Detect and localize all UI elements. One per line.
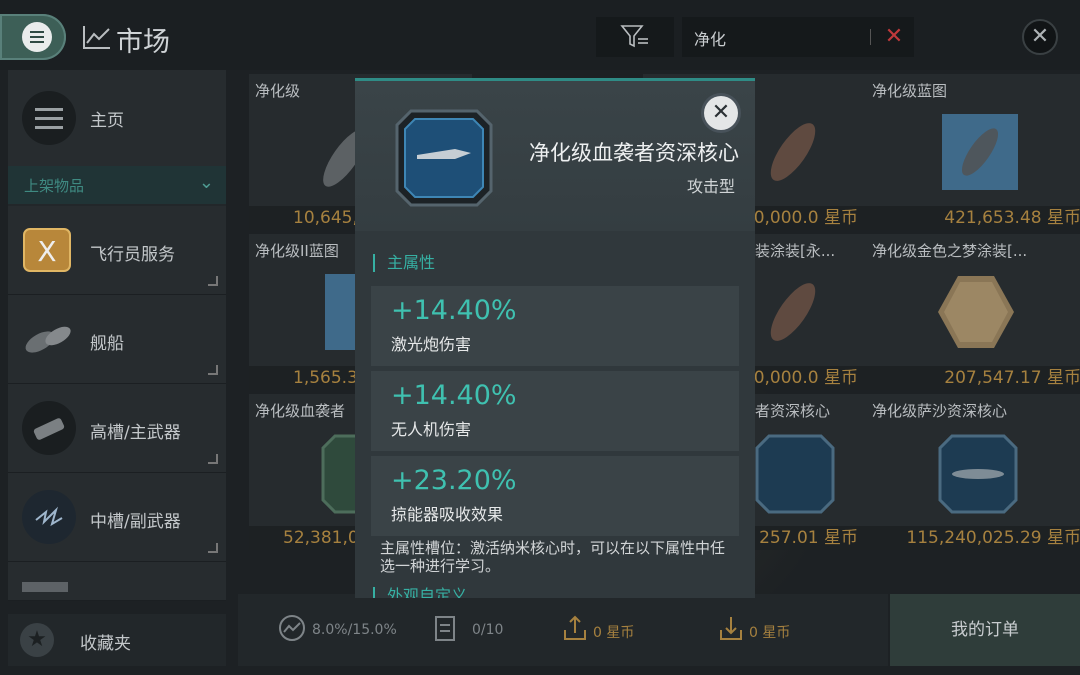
- favorites-button[interactable]: ★ 收藏夹: [8, 614, 226, 666]
- attribute-row: +14.40% 激光炮伤害: [371, 286, 739, 366]
- ship-icon: [25, 326, 71, 353]
- attribute-value: +14.40%: [391, 295, 517, 326]
- sidebar: 主页 上架物品 ⌄ X 飞行员服务 舰船 高槽/主武器 中槽/副武器: [8, 70, 226, 601]
- home-menu-icon: [22, 91, 76, 145]
- my-orders-button[interactable]: 我的订单: [890, 594, 1080, 666]
- price-bar: 115,240,025.29 星币: [866, 526, 1080, 550]
- card-name: 净化级金色之梦涂装[...: [872, 242, 1028, 260]
- sidebar-item-ships[interactable]: 舰船: [8, 295, 226, 384]
- sidebar-item-label: 中槽/副武器: [90, 512, 181, 532]
- pilot-services-icon: X: [23, 228, 71, 272]
- card-name: 者资深核心: [755, 402, 831, 420]
- core-image-blue: [755, 434, 835, 514]
- market-card[interactable]: 净化级蓝图 421,653.48 星币: [866, 74, 1080, 230]
- attribute-value: +23.20%: [391, 465, 517, 496]
- search-box: ✕: [682, 17, 914, 57]
- core-image-blue: [938, 434, 1018, 514]
- card-price: 115,240,025.29 星币: [906, 528, 1080, 548]
- skin-hexagon-image: [938, 276, 1014, 348]
- corner-indicator: [208, 276, 218, 286]
- market-chart-icon: [83, 26, 110, 49]
- attribute-label: 激光炮伤害: [391, 335, 472, 354]
- orders-count: 0/10: [472, 622, 504, 638]
- bottom-bar: 8.0%/15.0% 0/10 0 星币 0 星币: [238, 594, 888, 666]
- clear-search-icon[interactable]: ✕: [882, 25, 906, 49]
- search-divider: [870, 29, 871, 45]
- attribute-label: 掠能器吸收效果: [391, 505, 504, 524]
- card-price: 10,645,: [293, 208, 358, 228]
- attribute-label: 无人机伤害: [391, 420, 472, 439]
- item-type: 攻击型: [686, 177, 735, 196]
- sidebar-item-home[interactable]: 主页: [8, 70, 226, 167]
- sell-orders-icon: [564, 615, 586, 640]
- market-card[interactable]: 净化级萨沙资深核心 115,240,025.29 星币: [866, 394, 1080, 550]
- card-price: 0,000.0 星币: [753, 368, 858, 388]
- sidebar-item-label: 高槽/主武器: [90, 423, 181, 443]
- card-name: 净化级萨沙资深核心: [872, 402, 1008, 420]
- listed-items-dropdown[interactable]: 上架物品 ⌄: [8, 166, 226, 204]
- sidebar-item-mid-slot[interactable]: 中槽/副武器: [8, 473, 226, 562]
- card-price: 0,000.0 星币: [753, 208, 858, 228]
- svg-text:X: X: [37, 235, 56, 268]
- menu-button[interactable]: [0, 14, 66, 60]
- sidebar-item-label: 舰船: [90, 334, 124, 354]
- module-icon: [22, 582, 68, 592]
- star-icon: ★: [20, 623, 54, 657]
- attribute-value: +14.40%: [391, 380, 517, 411]
- attribute-row: +14.40% 无人机伤害: [371, 371, 739, 451]
- menu-icon: [22, 22, 52, 52]
- attribute-row: +23.20% 掠能器吸收效果: [371, 456, 739, 536]
- chevron-down-icon: ⌄: [198, 172, 214, 193]
- sidebar-item-label: 主页: [90, 111, 124, 131]
- main-attribute-description: 主属性槽位：激活纳米核心时，可以在以下属性中任选一种进行学习。: [380, 539, 726, 575]
- sidebar-item-label: 飞行员服务: [90, 245, 175, 265]
- tax-rate: 8.0%/15.0%: [312, 622, 397, 638]
- card-price: 52,381,0: [283, 528, 359, 548]
- section-title-appearance: 外观自定义: [373, 587, 467, 598]
- blueprint-image: [942, 114, 1018, 190]
- item-name: 净化级血袭者资深核心: [529, 141, 739, 165]
- top-bar: 市场 ✕ ✕: [0, 0, 1080, 70]
- card-price: 421,653.48 星币: [944, 208, 1080, 228]
- card-name: 净化级蓝图: [872, 82, 948, 100]
- corner-indicator: [208, 454, 218, 464]
- sell-amount: 0 星币: [593, 625, 635, 641]
- section-title-main-attributes: 主属性: [373, 254, 435, 272]
- filter-button[interactable]: [596, 17, 674, 57]
- price-bar: 207,547.17 星币: [866, 366, 1080, 390]
- ship-image: [770, 123, 816, 181]
- page-title: 市场: [116, 27, 170, 58]
- filter-icon: [620, 25, 648, 48]
- buy-orders-icon: [720, 617, 742, 640]
- card-price: 257.01 星币: [759, 528, 858, 548]
- price-bar: 421,653.48 星币: [866, 206, 1080, 230]
- orders-clipboard-icon: [435, 616, 455, 641]
- modal-close-button[interactable]: ✕: [704, 96, 738, 130]
- electric-weapon-icon: [22, 490, 76, 544]
- sidebar-item-high-slot[interactable]: 高槽/主武器: [8, 384, 226, 473]
- search-input[interactable]: [692, 26, 866, 50]
- sidebar-item-partial[interactable]: [8, 562, 226, 601]
- listed-items-label: 上架物品: [24, 177, 85, 195]
- close-icon: ✕: [711, 100, 731, 125]
- close-market-button[interactable]: ✕: [1022, 19, 1058, 55]
- card-price: 1,565.3: [293, 368, 358, 388]
- sidebar-item-pilot-services[interactable]: X 飞行员服务: [8, 206, 226, 295]
- item-detail-modal: ✕ 净化级血袭者资深核心 攻击型 主属性 +14.40% 激光炮伤害 +14.4…: [355, 78, 755, 598]
- corner-indicator: [208, 543, 218, 553]
- nano-core-icon: [395, 109, 493, 207]
- buy-amount: 0 星币: [749, 625, 791, 641]
- ship-image: [770, 283, 816, 341]
- corner-indicator: [208, 365, 218, 375]
- close-icon: ✕: [1030, 24, 1050, 49]
- market-card[interactable]: 净化级金色之梦涂装[... 207,547.17 星币: [866, 234, 1080, 390]
- weapon-icon: [22, 401, 76, 455]
- favorites-label: 收藏夹: [80, 634, 131, 654]
- tax-rate-icon: [279, 615, 305, 641]
- card-price: 207,547.17 星币: [944, 368, 1080, 388]
- card-name: 装涂装[永...: [755, 242, 836, 260]
